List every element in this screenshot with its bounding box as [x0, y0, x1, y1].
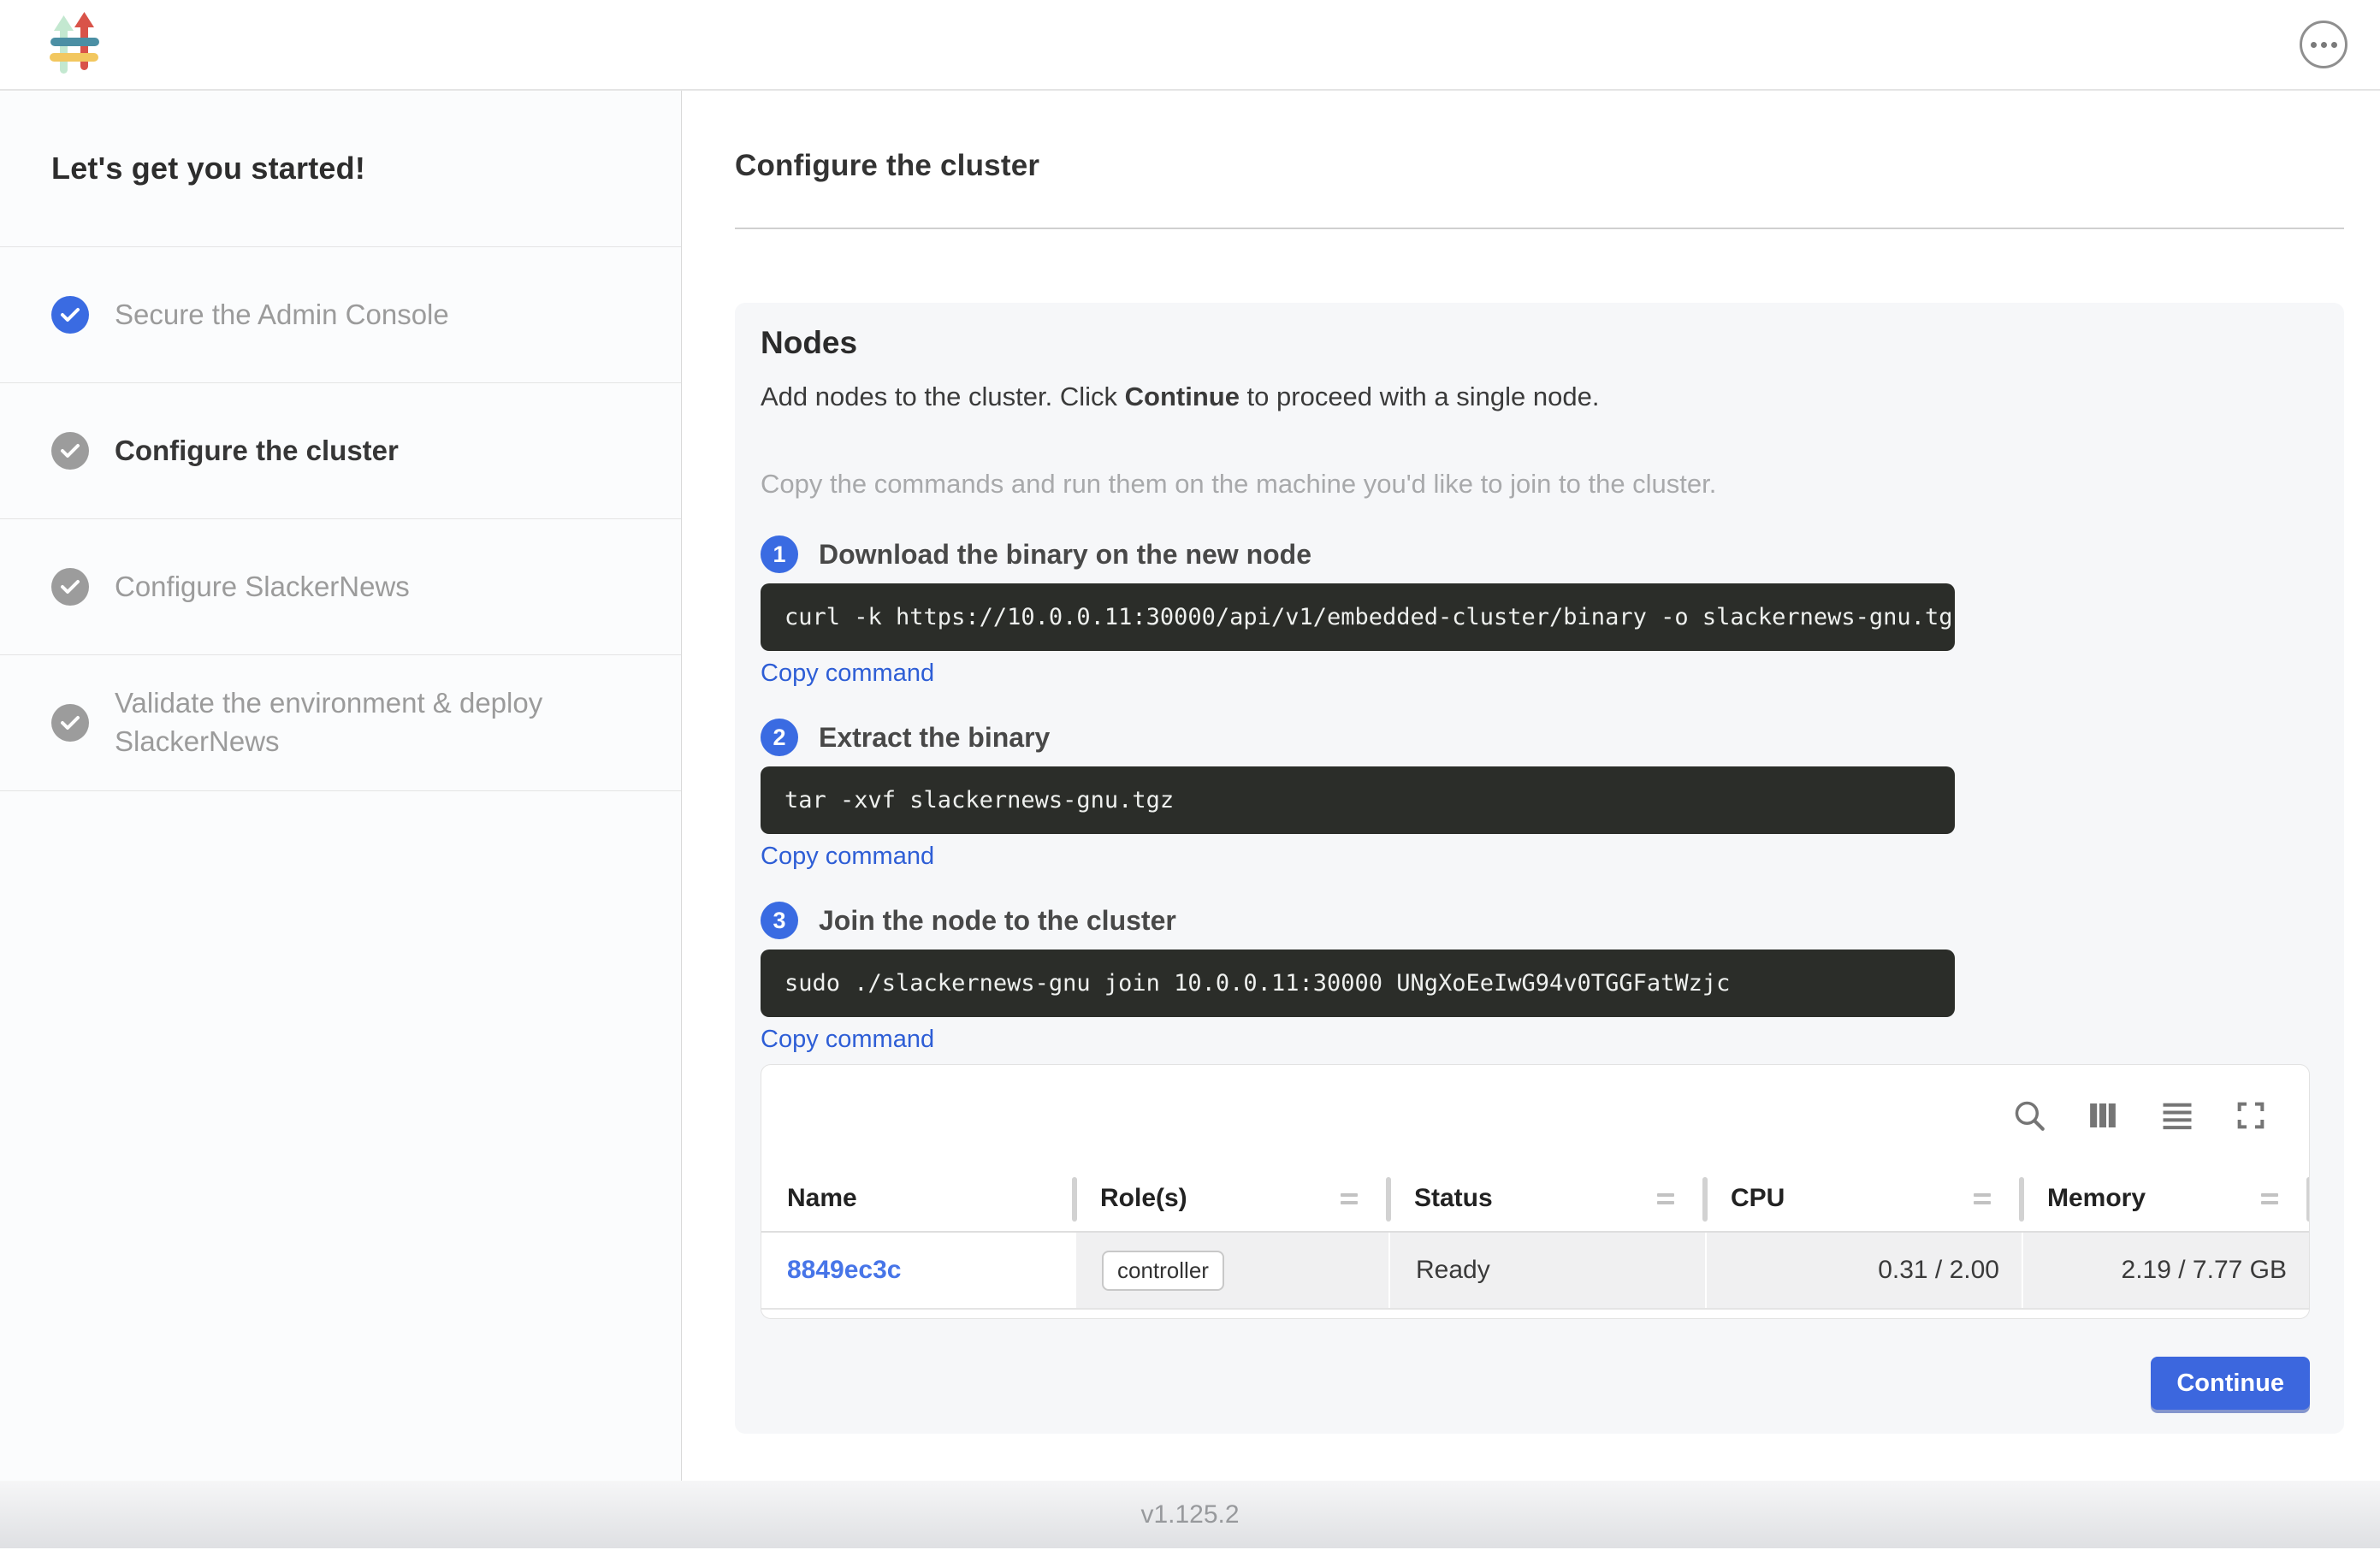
node-name-cell: 8849ec3c	[761, 1233, 1075, 1308]
search-icon[interactable]	[2011, 1097, 2047, 1133]
nodes-card: Nodes Add nodes to the cluster. Click Co…	[735, 303, 2344, 1434]
column-label: CPU	[1731, 1184, 1785, 1213]
slackernews-logo-icon	[50, 12, 101, 77]
check-circle-icon	[51, 432, 89, 470]
card-actions: Continue	[761, 1357, 2310, 1410]
intro-prefix: Add nodes to the cluster. Click	[761, 382, 1125, 411]
column-menu-icon[interactable]	[1974, 1193, 1991, 1204]
sidebar-item-label: Configure SlackerNews	[115, 568, 410, 606]
table-row: 8849ec3c controller Ready 0.31 / 2.00 2.…	[761, 1233, 2309, 1310]
column-label: Name	[787, 1184, 857, 1213]
page-title: Configure the cluster	[735, 149, 2344, 183]
ellipsis-dot	[2331, 42, 2337, 48]
table-toolbar	[761, 1065, 2309, 1166]
top-bar	[0, 0, 2380, 91]
step-1-command-code: curl -k https://10.0.0.11:30000/api/v1/e…	[761, 583, 1955, 651]
role-chip: controller	[1102, 1251, 1224, 1291]
column-menu-icon[interactable]	[2261, 1193, 2278, 1204]
node-roles-cell: controller	[1075, 1233, 1388, 1308]
check-circle-icon	[51, 704, 89, 742]
footer-bar: v1.125.2	[0, 1481, 2380, 1548]
sidebar-item-label: Validate the environment & deploy Slacke…	[115, 684, 633, 760]
join-step-1: 1 Download the binary on the new node cu…	[761, 535, 2310, 688]
app-version-label: v1.125.2	[1140, 1500, 1239, 1529]
sidebar-item-secure-admin-console: Secure the Admin Console	[0, 247, 681, 383]
setup-steps-sidebar: Let's get you started! Secure the Admin …	[0, 91, 682, 1481]
check-circle-icon	[51, 568, 89, 606]
step-2-header: 2 Extract the binary	[761, 719, 2310, 756]
step-3-number-badge: 3	[761, 902, 798, 939]
sidebar-item-validate-deploy: Validate the environment & deploy Slacke…	[0, 655, 681, 791]
intro-bold: Continue	[1125, 382, 1240, 411]
sidebar-item-configure-slackernews: Configure SlackerNews	[0, 519, 681, 655]
step-3-command-code: sudo ./slackernews-gnu join 10.0.0.11:30…	[761, 950, 1955, 1017]
step-1-title: Download the binary on the new node	[819, 539, 1311, 571]
sidebar-item-label: Secure the Admin Console	[115, 296, 449, 334]
sidebar-item-configure-cluster: Configure the cluster	[0, 383, 681, 519]
step-2-command-code: tar -xvf slackernews-gnu.tgz	[761, 766, 1955, 834]
step-3-header: 3 Join the node to the cluster	[761, 902, 2310, 939]
title-divider	[735, 228, 2344, 229]
node-name-link[interactable]: 8849ec3c	[787, 1256, 901, 1285]
step-2-copy-command-link[interactable]: Copy command	[761, 843, 934, 871]
column-label: Status	[1414, 1184, 1493, 1213]
join-step-3: 3 Join the node to the cluster sudo ./sl…	[761, 902, 2310, 1054]
column-header-name[interactable]: Name	[761, 1166, 1075, 1231]
step-3-title: Join the node to the cluster	[819, 905, 1176, 937]
node-status-cell: Ready	[1388, 1233, 1705, 1308]
column-header-memory[interactable]: Memory	[2022, 1166, 2309, 1231]
overflow-menu-button[interactable]	[2300, 21, 2347, 68]
node-memory-cell: 2.19 / 7.77 GB	[2022, 1233, 2309, 1308]
main-content: Configure the cluster Nodes Add nodes to…	[682, 91, 2380, 1481]
column-header-roles[interactable]: Role(s)	[1075, 1166, 1388, 1231]
check-circle-icon	[51, 296, 89, 334]
column-separator[interactable]	[2306, 1177, 2310, 1222]
nodes-section-title: Nodes	[761, 325, 2310, 361]
nodes-intro-text: Add nodes to the cluster. Click Continue…	[761, 382, 2310, 412]
density-icon[interactable]	[2158, 1097, 2196, 1134]
ellipsis-dot	[2311, 42, 2317, 48]
continue-button[interactable]: Continue	[2151, 1357, 2310, 1410]
column-menu-icon[interactable]	[1657, 1193, 1674, 1204]
intro-suffix: to proceed with a single node.	[1240, 382, 1600, 411]
table-bottom-padding	[761, 1310, 2309, 1318]
step-1-number-badge: 1	[761, 535, 798, 573]
column-label: Role(s)	[1100, 1184, 1187, 1213]
column-label: Memory	[2047, 1184, 2146, 1213]
admin-console-page: Let's get you started! Secure the Admin …	[0, 0, 2380, 1550]
step-2-number-badge: 2	[761, 719, 798, 756]
copy-instructions-text: Copy the commands and run them on the ma…	[761, 469, 2310, 500]
body-layout: Let's get you started! Secure the Admin …	[0, 91, 2380, 1481]
column-header-cpu[interactable]: CPU	[1705, 1166, 2022, 1231]
step-1-copy-command-link[interactable]: Copy command	[761, 660, 934, 688]
table-header-row: Name Role(s) Status	[761, 1166, 2309, 1233]
step-3-copy-command-link[interactable]: Copy command	[761, 1026, 934, 1054]
join-step-2: 2 Extract the binary tar -xvf slackernew…	[761, 719, 2310, 871]
sidebar-title: Let's get you started!	[0, 91, 681, 247]
view-columns-icon[interactable]	[2085, 1097, 2121, 1133]
step-1-header: 1 Download the binary on the new node	[761, 535, 2310, 573]
column-menu-icon[interactable]	[1341, 1193, 1358, 1204]
node-cpu-cell: 0.31 / 2.00	[1705, 1233, 2022, 1308]
ellipsis-dot	[2321, 42, 2327, 48]
nodes-table-card: Name Role(s) Status	[761, 1064, 2310, 1319]
step-2-title: Extract the binary	[819, 722, 1050, 754]
sidebar-item-label: Configure the cluster	[115, 432, 399, 470]
column-header-status[interactable]: Status	[1388, 1166, 1705, 1231]
fullscreen-icon[interactable]	[2234, 1098, 2268, 1133]
